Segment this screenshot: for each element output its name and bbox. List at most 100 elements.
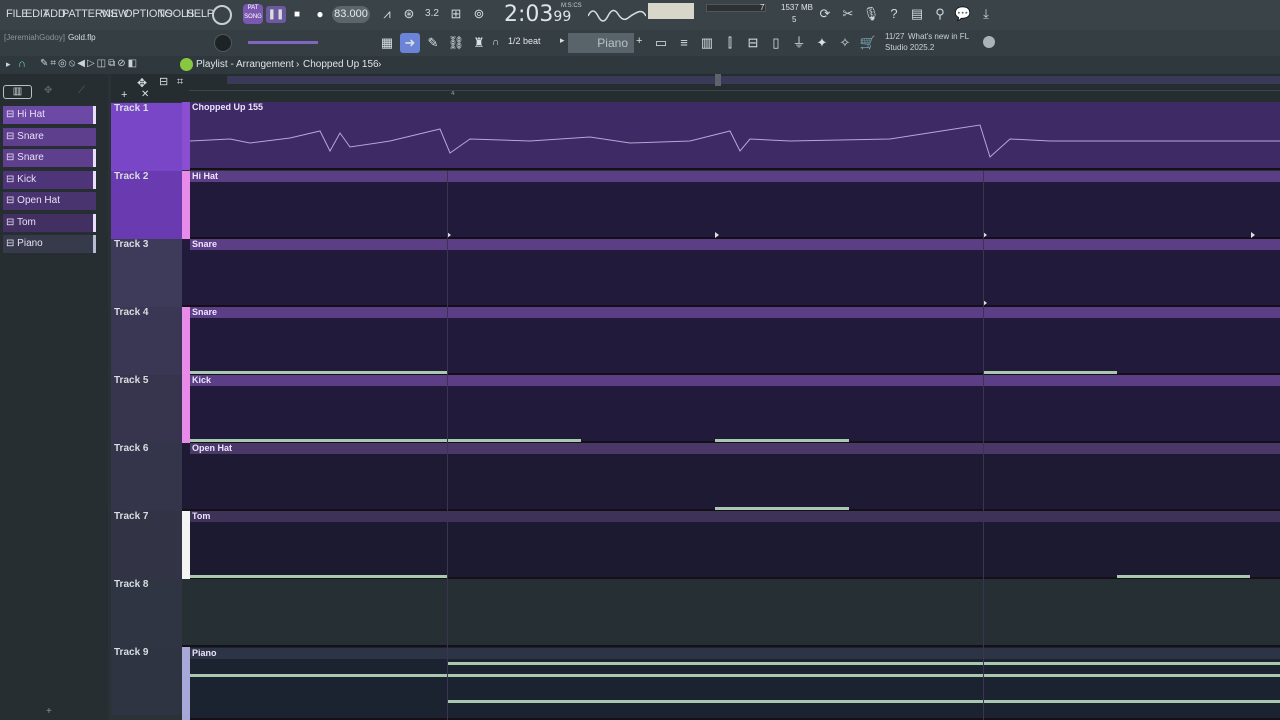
- arrow-tool-icon[interactable]: ➜: [400, 33, 420, 53]
- stamp-icon[interactable]: ♜: [469, 33, 489, 53]
- track-header-7[interactable]: Track 7: [111, 511, 182, 579]
- cart-icon[interactable]: 🛒: [858, 33, 878, 53]
- channel-open-hat[interactable]: ⊟ Open Hat: [3, 192, 96, 210]
- wait-input-icon[interactable]: ⊛: [399, 4, 419, 24]
- clip-title-9[interactable]: Piano: [190, 648, 1280, 659]
- track-header-2[interactable]: Track 2: [111, 171, 182, 239]
- link-icon[interactable]: ⛓: [446, 33, 466, 53]
- blend-notes-icon[interactable]: ⊚: [469, 4, 489, 24]
- tempo-tapper-icon[interactable]: ✦: [812, 33, 832, 53]
- countdown-icon[interactable]: 3.2: [422, 4, 442, 24]
- help-icon[interactable]: ?: [884, 4, 904, 24]
- globe-icon[interactable]: [983, 36, 995, 48]
- channel-rack-icon[interactable]: ▥: [697, 33, 717, 53]
- add-track-icon[interactable]: +: [121, 89, 127, 101]
- clip-title-6[interactable]: Open Hat: [190, 443, 1280, 454]
- track-header-4[interactable]: Track 4: [111, 307, 182, 375]
- move-icon[interactable]: ✥: [137, 76, 147, 90]
- mixer-icon[interactable]: ≡: [674, 33, 694, 53]
- lane-track-8[interactable]: [182, 579, 1280, 647]
- scroll-handle[interactable]: [715, 74, 721, 86]
- menu-help[interactable]: HELP: [186, 8, 214, 20]
- channel-selector[interactable]: Piano: [568, 33, 634, 53]
- pause-icon[interactable]: ❚❚: [266, 6, 286, 23]
- play-arrow-icon[interactable]: ▸: [6, 59, 11, 70]
- clip-title-2[interactable]: Hi Hat: [190, 171, 1280, 182]
- add-pattern-icon[interactable]: +: [636, 35, 642, 47]
- news-line1[interactable]: What's new in FL: [908, 32, 969, 41]
- note-bar[interactable]: [715, 439, 849, 442]
- track-header-1[interactable]: Track 1: [111, 103, 182, 171]
- zoom-icon[interactable]: ⊟: [159, 75, 168, 88]
- note-bar[interactable]: [190, 371, 447, 374]
- track-header-9[interactable]: Track 9: [111, 647, 182, 715]
- track-header-6[interactable]: Track 6: [111, 443, 182, 511]
- step-edit-icon[interactable]: ⊞: [446, 4, 466, 24]
- news-line2[interactable]: Studio 2025.2: [885, 43, 934, 52]
- note-bar[interactable]: [447, 662, 1280, 665]
- track-header-3[interactable]: Track 3: [111, 239, 182, 307]
- channel-piano[interactable]: ⊟ Piano: [3, 235, 96, 253]
- metronome-icon[interactable]: ⩘: [377, 4, 397, 24]
- close-icon[interactable]: ✕: [141, 89, 149, 100]
- snap-selector[interactable]: 1/2 beat: [508, 36, 541, 46]
- add-channel-icon[interactable]: +: [46, 706, 52, 717]
- master-volume-knob[interactable]: [214, 34, 232, 52]
- undo-icon[interactable]: ⟳: [815, 4, 835, 24]
- note-bar[interactable]: [1117, 575, 1250, 578]
- record-icon[interactable]: ●: [313, 6, 327, 23]
- clip-title-4[interactable]: Snare: [190, 307, 1280, 318]
- channel-snare[interactable]: ⊟ Snare: [3, 128, 96, 146]
- files-icon[interactable]: ▯: [766, 33, 786, 53]
- channel-snare-2[interactable]: ⊟ Snare: [3, 149, 96, 167]
- wand-icon[interactable]: ✧: [835, 33, 855, 53]
- channel-kick[interactable]: ⊟ Kick: [3, 171, 96, 189]
- playlist-tools-icons[interactable]: ✎⌗◎⦸◀▷◫⧉⊘◧: [40, 58, 139, 69]
- overview-scrollbar[interactable]: [227, 76, 1280, 84]
- magnet-icon[interactable]: ∩: [492, 37, 499, 48]
- record-mode-icon[interactable]: [212, 5, 232, 25]
- paint-tool-icon[interactable]: ✎: [423, 33, 443, 53]
- save-icon[interactable]: ▤: [907, 4, 927, 24]
- picker-piano-icon[interactable]: ▥: [3, 85, 32, 99]
- chat-icon[interactable]: 💬: [953, 4, 973, 24]
- note-bar[interactable]: [190, 674, 1280, 677]
- note-bar[interactable]: [447, 700, 1280, 703]
- track-label: Track 2: [114, 171, 149, 182]
- microphone-icon[interactable]: 🎙: [861, 4, 881, 24]
- track-header-8[interactable]: Track 8: [111, 579, 182, 647]
- stop-icon[interactable]: ■: [290, 6, 304, 23]
- download-icon[interactable]: ⤓: [976, 4, 996, 24]
- picker-move-icon[interactable]: ✥: [44, 85, 52, 96]
- time-ruler[interactable]: [189, 90, 1280, 91]
- pat-song-toggle[interactable]: PAT SONG: [243, 4, 263, 24]
- channel-tom[interactable]: ⊟ Tom: [3, 214, 96, 232]
- plugin-icon[interactable]: ⚲: [930, 4, 950, 24]
- note-bar[interactable]: [190, 575, 447, 578]
- channel-hi-hat[interactable]: ⊟ Hi Hat: [3, 106, 96, 124]
- breadcrumb-pattern[interactable]: Chopped Up 156: [303, 59, 379, 70]
- snap-magnet-icon[interactable]: ∩: [18, 58, 26, 70]
- plugin-picker-icon[interactable]: ⏚: [789, 33, 809, 53]
- note-bar[interactable]: [190, 439, 581, 442]
- note-bar[interactable]: [715, 507, 849, 510]
- chord-icon[interactable]: ⌗: [177, 76, 183, 89]
- piano-roll-icon[interactable]: ▦: [377, 33, 397, 53]
- clip-title-5[interactable]: Kick: [190, 375, 1280, 386]
- browser-icon[interactable]: ⊟: [743, 33, 763, 53]
- tempo-display[interactable]: 83.000: [332, 6, 370, 23]
- clip-title-1[interactable]: Chopped Up 155: [190, 102, 1280, 113]
- menu-bar: FILE EDIT ADD PATTERNS VIEW OPTIONS TOOL…: [0, 0, 1280, 30]
- master-pitch-slider[interactable]: [248, 41, 318, 44]
- track-header-5[interactable]: Track 5: [111, 375, 182, 443]
- clip-title-7[interactable]: Tom: [190, 511, 1280, 522]
- play-pattern-icon[interactable]: ▸: [560, 35, 565, 46]
- note-bar[interactable]: [983, 371, 1117, 374]
- picker-wave-icon[interactable]: ⟋: [78, 85, 85, 96]
- sliders-icon[interactable]: ⫿: [720, 33, 740, 53]
- clip-label: Kick: [192, 375, 212, 385]
- clip-label: Tom: [192, 511, 211, 521]
- cut-icon[interactable]: ✂: [838, 4, 858, 24]
- clip-title-3[interactable]: Snare: [190, 239, 1280, 250]
- playlist-icon[interactable]: ▭: [651, 33, 671, 53]
